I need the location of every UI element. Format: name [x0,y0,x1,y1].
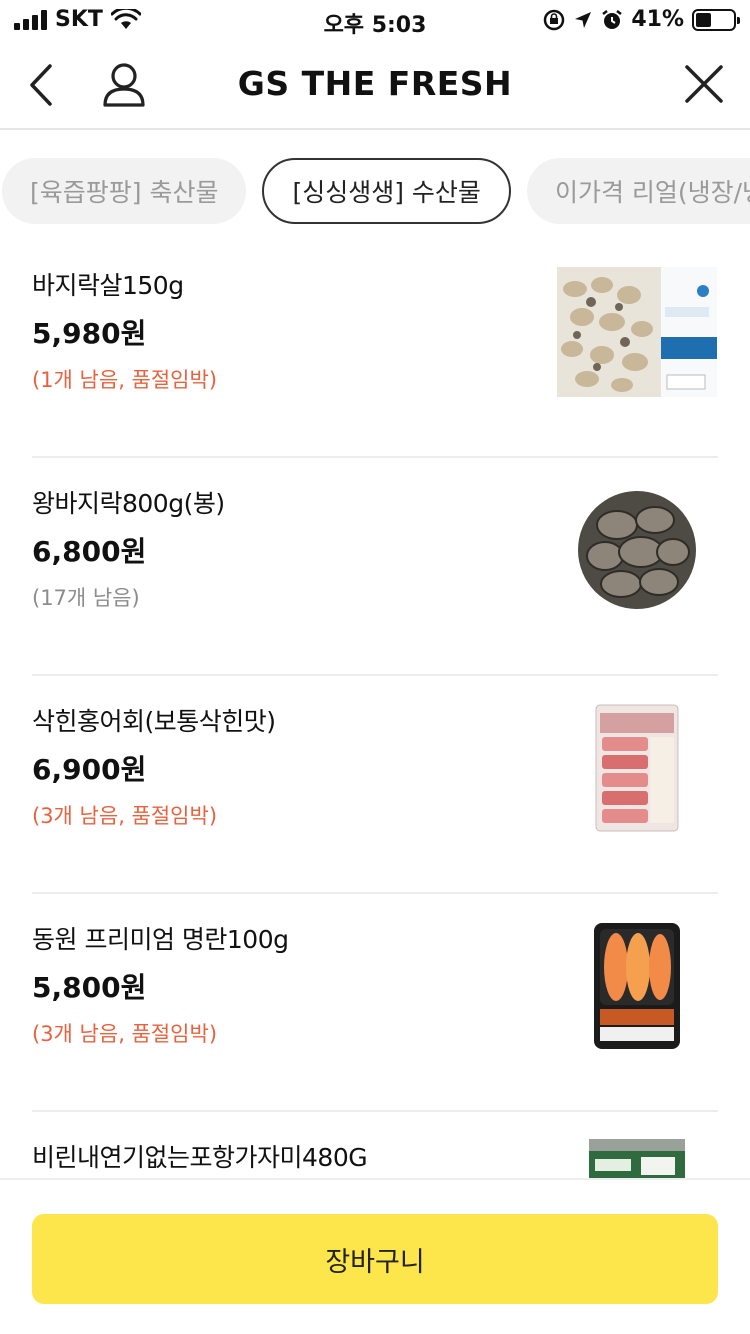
battery-fill [696,12,711,27]
status-right: 41% [543,7,740,32]
product-list: 바지락살150g 5,980원 (1개 남음, 품절임박) 왕바지락800g(봉… [0,240,750,1178]
status-bar: SKT 오후 5:03 41% [0,0,750,40]
product-item[interactable]: 동원 프리미엄 명란100g 5,800원 (3개 남음, 품절임박) [32,894,718,1112]
product-stock: (17개 남음) [32,586,140,610]
nav-bar: GS THE FRESH [0,40,750,130]
product-name: 동원 프리미엄 명란100g [32,925,289,954]
close-icon[interactable] [682,62,726,106]
product-image-clam-meat[interactable] [556,266,718,398]
product-price: 6,800원 [32,535,147,568]
product-image-flounder[interactable] [556,1138,718,1178]
product-price: 5,980원 [32,317,147,350]
product-price: 5,800원 [32,971,147,1004]
location-icon [575,11,592,28]
product-name: 비린내연기없는포항가자미480G [32,1143,368,1172]
product-item[interactable]: 비린내연기없는포항가자미480G [32,1112,718,1178]
product-stock: (3개 남음, 품절임박) [32,1022,218,1046]
tab-real-price[interactable]: 이가격 리얼(냉장/냉 [526,158,750,224]
product-price: 6,900원 [32,753,147,786]
product-image-skate[interactable] [556,702,718,834]
product-image-clams[interactable] [556,484,718,616]
product-image-pollock-roe[interactable] [556,920,718,1052]
tab-livestock[interactable]: [육즙팡팡] 축산물 [2,158,247,224]
product-stock: (3개 남음, 품절임박) [32,804,218,828]
product-name: 삭힌홍어회(보통삭힌맛) [32,707,276,736]
product-name: 바지락살150g [32,271,184,300]
product-item[interactable]: 왕바지락800g(봉) 6,800원 (17개 남음) [32,458,718,676]
battery-percent: 41% [631,7,684,32]
rotation-lock-icon [544,9,565,30]
product-name: 왕바지락800g(봉) [32,489,225,518]
product-item[interactable]: 바지락살150g 5,980원 (1개 남음, 품절임박) [32,240,718,458]
product-stock: (1개 남음, 품절임박) [32,368,218,392]
bottom-bar: 장바구니 [0,1178,750,1334]
alarm-icon [602,9,623,29]
tab-seafood[interactable]: [싱싱생생] 수산물 [262,158,511,224]
battery-icon [692,8,740,31]
product-item[interactable]: 삭힌홍어회(보통삭힌맛) 6,900원 (3개 남음, 품절임박) [32,676,718,894]
cart-button[interactable]: 장바구니 [32,1214,718,1304]
page-title: GS THE FRESH [237,64,513,103]
category-tabs: [육즙팡팡] 축산물 [싱싱생생] 수산물 이가격 리얼(냉장/냉 [0,158,750,224]
